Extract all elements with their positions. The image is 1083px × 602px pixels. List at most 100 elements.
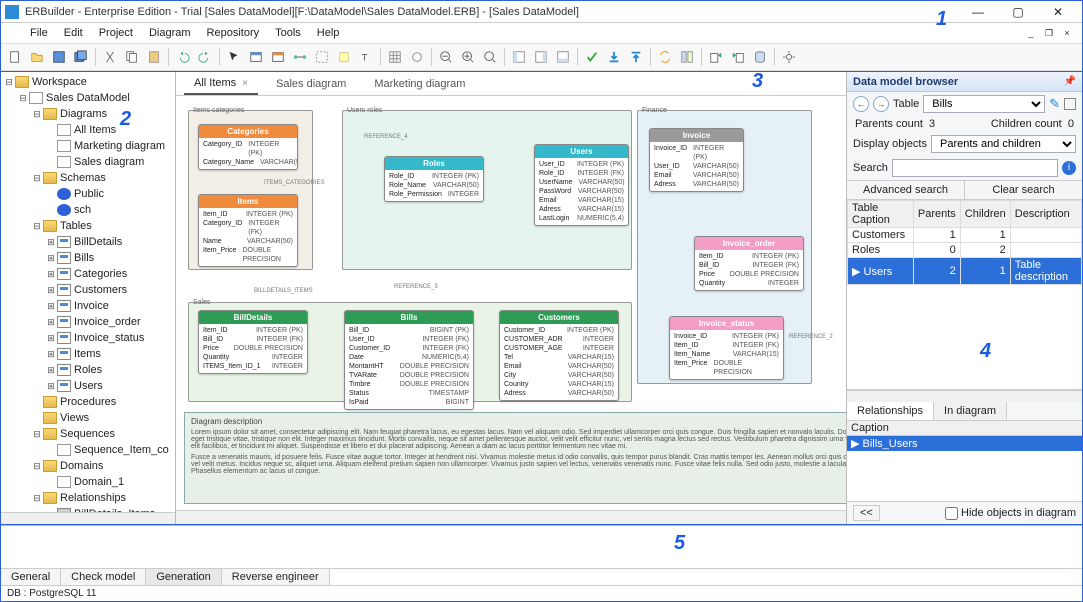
grid-row[interactable]: Roles02 [848, 243, 1082, 258]
output-tab-general[interactable]: General [1, 569, 61, 585]
cut-icon[interactable] [100, 47, 120, 67]
db-icon[interactable] [750, 47, 770, 67]
tree-root[interactable]: ⊟Workspace [1, 74, 175, 90]
add-table-icon[interactable] [246, 47, 266, 67]
zoom-fit-icon[interactable] [480, 47, 500, 67]
tree-schemas[interactable]: ⊟Schemas [1, 170, 175, 186]
redo-icon[interactable] [195, 47, 215, 67]
undo-icon[interactable] [173, 47, 193, 67]
export-icon[interactable] [706, 47, 726, 67]
tree-schema-item[interactable]: Public [1, 186, 175, 202]
nav-back-button[interactable]: ← [853, 96, 869, 112]
panel-2-icon[interactable] [531, 47, 551, 67]
zoom-in-icon[interactable] [458, 47, 478, 67]
info-icon[interactable]: i [1062, 161, 1076, 175]
close-icon[interactable]: × [242, 78, 248, 89]
menu-edit[interactable]: Edit [56, 25, 91, 41]
tree-table-item[interactable]: ⊞Items [1, 346, 175, 362]
save-icon[interactable] [49, 47, 69, 67]
tree-table-item[interactable]: ⊞Categories [1, 266, 175, 282]
open-icon[interactable] [27, 47, 47, 67]
relationship-row[interactable]: ▶ Bills_Users [847, 436, 1082, 451]
pointer-icon[interactable] [224, 47, 244, 67]
diagram-hscroll[interactable] [176, 510, 846, 524]
erd-customers[interactable]: Customers Customer_IDINTEGER (PK)CUSTOME… [499, 310, 619, 401]
zoom-out-icon[interactable] [436, 47, 456, 67]
grid-row-selected[interactable]: ▶ Users21Table description [848, 258, 1082, 285]
display-objects-select[interactable]: Parents and children [931, 135, 1076, 153]
check-icon[interactable] [582, 47, 602, 67]
clear-search-button[interactable]: Clear search [964, 181, 1082, 199]
tree-table-item[interactable]: ⊞BillDetails [1, 234, 175, 250]
tree-sequence-item[interactable]: Sequence_Item_co [1, 442, 175, 458]
compare-icon[interactable] [677, 47, 697, 67]
tree-table-item[interactable]: ⊞Invoice [1, 298, 175, 314]
output-tab-generation[interactable]: Generation [146, 569, 221, 585]
advanced-search-button[interactable]: Advanced search [847, 181, 964, 199]
erd-categories[interactable]: Categories Category_IDINTEGER (PK)Catego… [198, 124, 298, 170]
add-relation-icon[interactable] [290, 47, 310, 67]
tree-table-item[interactable]: ⊞Roles [1, 362, 175, 378]
tree-diagram-item[interactable]: All Items [1, 122, 175, 138]
nav-first-button[interactable]: << [853, 505, 880, 521]
sync-icon[interactable] [655, 47, 675, 67]
settings-icon[interactable] [779, 47, 799, 67]
reverse-icon[interactable] [626, 47, 646, 67]
workspace-tree[interactable]: ⊟Workspace ⊟Sales DataModel ⊟Diagrams Al… [1, 72, 175, 512]
panel-1-icon[interactable] [509, 47, 529, 67]
menu-file[interactable]: File [22, 25, 56, 41]
dmb-relationships-grid[interactable]: Caption ▶ Bills_Users [847, 421, 1082, 501]
tree-model[interactable]: ⊟Sales DataModel [1, 90, 175, 106]
tree-diagram-item[interactable]: Sales diagram [1, 154, 175, 170]
tree-relationships[interactable]: ⊟Relationships [1, 490, 175, 506]
diagram-canvas[interactable]: Items categories Users roles Finance Sal… [176, 96, 846, 510]
output-tab-check[interactable]: Check model [61, 569, 146, 585]
minimize-button[interactable]: — [958, 2, 998, 22]
tree-table-item[interactable]: ⊞Customers [1, 282, 175, 298]
tree-table-item[interactable]: ⊞Bills [1, 250, 175, 266]
tree-diagram-item[interactable]: Marketing diagram [1, 138, 175, 154]
dmb-hscroll[interactable] [847, 390, 1082, 402]
grid-icon[interactable] [385, 47, 405, 67]
close-button[interactable]: ✕ [1038, 2, 1078, 22]
menu-repository[interactable]: Repository [199, 25, 268, 41]
diagram-tab-sales[interactable]: Sales diagram [266, 74, 356, 94]
tree-diagrams[interactable]: ⊟Diagrams [1, 106, 175, 122]
dmb-results-grid[interactable]: Table Caption Parents Children Descripti… [847, 200, 1082, 390]
tree-table-item[interactable]: ⊞Users [1, 378, 175, 394]
add-view-icon[interactable] [268, 47, 288, 67]
tab-relationships[interactable]: Relationships [847, 402, 934, 420]
maximize-button[interactable]: ▢ [998, 2, 1038, 22]
erd-bills[interactable]: Bills Bill_IDBIGINT (PK)User_IDINTEGER (… [344, 310, 474, 410]
tab-in-diagram[interactable]: In diagram [934, 402, 1007, 420]
tree-views[interactable]: Views [1, 410, 175, 426]
tree-domains[interactable]: ⊟Domains [1, 458, 175, 474]
copy-icon[interactable] [122, 47, 142, 67]
paste-icon[interactable] [144, 47, 164, 67]
add-note-icon[interactable] [334, 47, 354, 67]
object-select[interactable]: Bills [923, 95, 1045, 113]
tree-table-item[interactable]: ⊞Invoice_status [1, 330, 175, 346]
new-file-icon[interactable] [5, 47, 25, 67]
tree-tables[interactable]: ⊟Tables [1, 218, 175, 234]
hide-objects-checkbox[interactable]: Hide objects in diagram [945, 507, 1076, 520]
output-body[interactable] [1, 526, 1082, 568]
tree-domain-item[interactable]: Domain_1 [1, 474, 175, 490]
tree-schema-item[interactable]: sch [1, 202, 175, 218]
menu-project[interactable]: Project [91, 25, 141, 41]
add-text-icon[interactable]: T [356, 47, 376, 67]
tree-sequences[interactable]: ⊟Sequences [1, 426, 175, 442]
grid-view-icon[interactable] [1064, 98, 1076, 110]
output-tab-reverse[interactable]: Reverse engineer [222, 569, 330, 585]
erd-users[interactable]: Users User_IDINTEGER (PK)Role_IDINTEGER … [534, 144, 629, 226]
add-region-icon[interactable] [312, 47, 332, 67]
erd-invoice-status[interactable]: Invoice_status Invoice_IDINTEGER (PK)Ite… [669, 316, 784, 380]
workspace-hscroll[interactable] [1, 512, 175, 524]
save-all-icon[interactable] [71, 47, 91, 67]
mdi-restore-button[interactable]: ❐ [1042, 27, 1056, 39]
erd-items[interactable]: Items Item_IDINTEGER (PK)Category_IDINTE… [198, 194, 298, 267]
pin-icon[interactable]: 📌 [1064, 76, 1076, 87]
search-input[interactable] [892, 159, 1058, 177]
menu-diagram[interactable]: Diagram [141, 25, 199, 41]
generate-icon[interactable] [604, 47, 624, 67]
